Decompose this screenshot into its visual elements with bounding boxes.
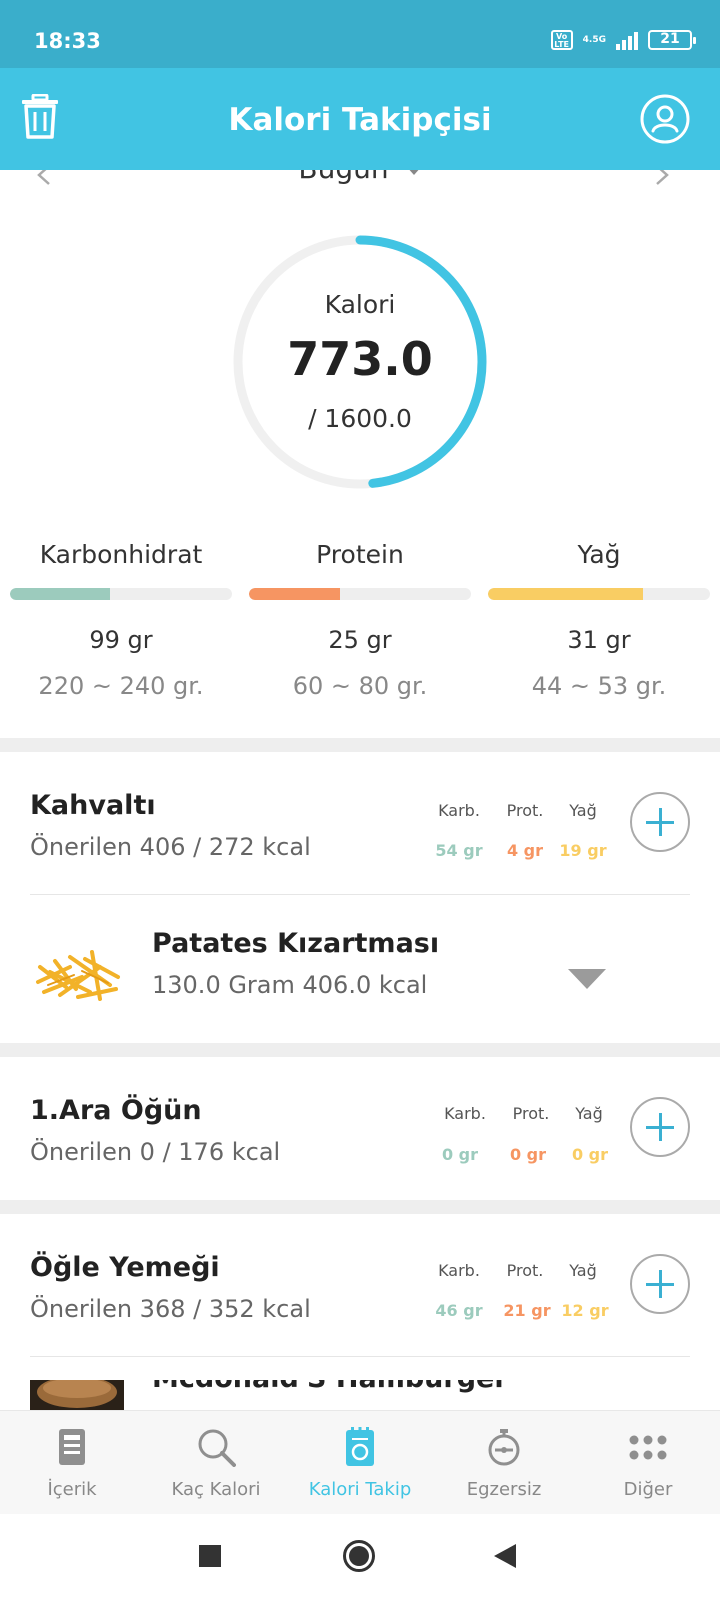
macro-carb: Karbonhidrat 99 gr 220 ~ 240 gr. (10, 540, 232, 700)
meal-prot-value: 4 gr (506, 841, 544, 860)
signal-icon (616, 30, 638, 50)
nav-item-calorie-tracker[interactable]: Kalori Takip (288, 1411, 432, 1515)
food-thumbnail-fries (36, 950, 120, 1001)
section-divider (0, 1043, 720, 1057)
macro-fat: Yağ 31 gr 44 ~ 53 gr. (488, 540, 710, 700)
expand-caret-icon[interactable] (568, 969, 606, 989)
macro-progress-bar (10, 588, 232, 600)
calorie-value: 773.0 (287, 332, 433, 386)
meal-title: Kahvaltı (30, 790, 156, 821)
nav-item-content[interactable]: İçerik (0, 1411, 144, 1515)
food-detail: 130.0 Gram 406.0 kcal (152, 971, 428, 999)
macro-range: 220 ~ 240 gr. (38, 672, 204, 700)
macro-protein: Protein 25 gr 60 ~ 80 gr. (249, 540, 471, 700)
food-thumbnail-hamburger (30, 1380, 124, 1410)
macro-progress-fill (488, 588, 644, 600)
back-icon[interactable] (494, 1544, 516, 1568)
macro-name: Protein (316, 540, 404, 569)
date-navigator: Bugün (0, 170, 720, 192)
meal-fat-value: 19 gr (559, 841, 607, 860)
macro-progress-bar (249, 588, 471, 600)
macro-header-prot: Prot. (512, 1104, 550, 1123)
page-title: Kalori Takipçisi (228, 102, 492, 138)
app-bar: Kalori Takipçisi (0, 68, 720, 170)
nav-label: Diğer (623, 1479, 673, 1500)
meal-fat-value: 12 gr (561, 1301, 609, 1320)
macro-header-carb: Karb. (438, 801, 480, 820)
nav-label: İçerik (47, 1479, 97, 1500)
status-bar: 18:33 Vo LTE 4.5G 21 (0, 0, 720, 68)
chevron-right-icon[interactable] (654, 170, 670, 190)
macro-progress-bar (488, 588, 710, 600)
home-icon[interactable] (342, 1539, 376, 1573)
nav-item-more[interactable]: Diğer (576, 1411, 720, 1515)
meal-title: Öğle Yemeği (30, 1252, 220, 1283)
status-time: 18:33 (34, 29, 101, 53)
tracker-icon (346, 1427, 374, 1466)
search-icon (198, 1429, 236, 1467)
meal-subtitle: Önerilen 406 / 272 kcal (30, 833, 311, 861)
meal-prot-value: 21 gr (503, 1301, 551, 1320)
macro-progress-fill (249, 588, 341, 600)
meal-title: 1.Ara Öğün (30, 1095, 202, 1126)
macro-header-fat: Yağ (575, 1104, 603, 1123)
meal-fat-value: 0 gr (571, 1145, 609, 1164)
food-item-partial[interactable]: Mcdonald'S Hamburger (0, 1380, 720, 1410)
macro-header-fat: Yağ (569, 801, 597, 820)
meal-subtitle: Önerilen 0 / 176 kcal (30, 1138, 281, 1166)
macro-name: Yağ (577, 540, 621, 569)
calorie-label: Kalori (324, 290, 396, 319)
date-label: Bugün (298, 170, 388, 185)
dropdown-arrow-icon (405, 170, 422, 175)
more-grid-icon (629, 1435, 667, 1460)
food-name: Patates Kızartması (152, 928, 440, 959)
meal-subtitle: Önerilen 368 / 352 kcal (30, 1295, 311, 1323)
add-food-button[interactable] (630, 1097, 690, 1157)
network-type: 4.5G (582, 35, 606, 45)
add-food-button[interactable] (630, 1254, 690, 1314)
nav-label: Kalori Takip (308, 1479, 412, 1500)
bottom-navigation: İçerik Kaç Kalori Kalori Takip Egzersiz (0, 1410, 720, 1514)
volte-icon: Vo LTE (550, 30, 573, 50)
section-divider (0, 738, 720, 752)
recent-apps-icon[interactable] (199, 1545, 221, 1567)
user-profile-icon[interactable] (640, 94, 690, 144)
meal-carb-value: 0 gr (441, 1145, 479, 1164)
macro-range: 60 ~ 80 gr. (292, 672, 428, 700)
nav-label: Kaç Kalori (171, 1479, 261, 1500)
battery-icon: 21 (648, 30, 696, 50)
calorie-summary: Kalori 773.0 / 1600.0 (230, 232, 490, 492)
macro-value: 25 gr (328, 626, 392, 654)
content-icon (59, 1429, 85, 1465)
nav-item-exercise[interactable]: Egzersiz (432, 1411, 576, 1515)
food-name: Mcdonald'S Hamburger (152, 1380, 508, 1394)
stopwatch-icon (488, 1429, 520, 1466)
macro-value: 99 gr (89, 626, 153, 654)
divider (30, 1356, 690, 1357)
macro-value: 31 gr (567, 626, 631, 654)
macro-header-carb: Karb. (438, 1261, 480, 1280)
nav-label: Egzersiz (466, 1479, 542, 1500)
macro-header-carb: Karb. (444, 1104, 486, 1123)
calorie-goal: / 1600.0 (308, 404, 412, 433)
system-navigation-bar (0, 1514, 720, 1600)
divider (30, 894, 690, 895)
macro-header-prot: Prot. (506, 801, 544, 820)
meal-carb-value: 54 gr (435, 841, 483, 860)
date-selector[interactable]: Bugün (0, 170, 720, 185)
macro-header-fat: Yağ (569, 1261, 597, 1280)
status-icons: Vo LTE 4.5G 21 (550, 30, 696, 50)
macro-progress-fill (10, 588, 110, 600)
nav-item-calorie-search[interactable]: Kaç Kalori (144, 1411, 288, 1515)
section-divider (0, 1200, 720, 1214)
macro-name: Karbonhidrat (39, 540, 203, 569)
meal-prot-value: 0 gr (509, 1145, 547, 1164)
macro-header-prot: Prot. (506, 1261, 544, 1280)
add-food-button[interactable] (630, 792, 690, 852)
meal-carb-value: 46 gr (435, 1301, 483, 1320)
macro-range: 44 ~ 53 gr. (531, 672, 667, 700)
